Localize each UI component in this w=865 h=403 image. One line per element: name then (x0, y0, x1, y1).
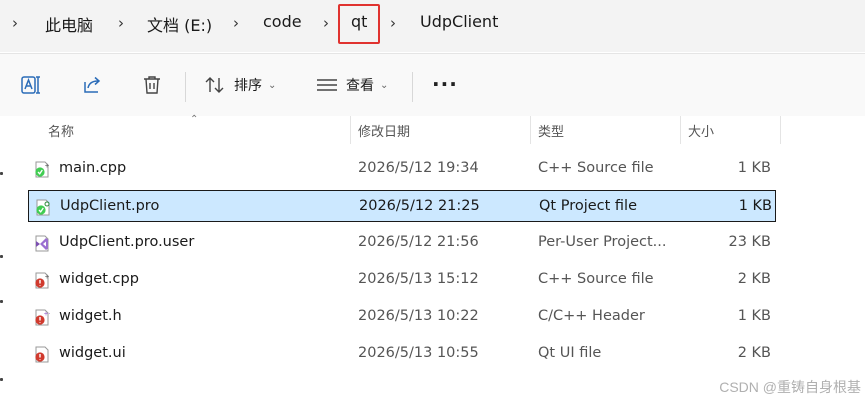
file-row[interactable]: widget.ui 2026/5/13 10:55 Qt UI file 2 K… (28, 338, 776, 370)
toolbar-divider (185, 72, 186, 102)
edge-marker (0, 300, 3, 303)
file-date: 2026/5/13 10:55 (358, 345, 479, 361)
breadcrumb-drive-e[interactable]: 文档 (E:) (147, 12, 212, 36)
breadcrumb-this-pc[interactable]: 此电脑 (45, 12, 93, 36)
cpp-source-icon: + (35, 272, 50, 289)
svg-text:+: + (45, 274, 50, 281)
file-date: 2026/5/12 21:56 (358, 234, 479, 250)
file-type: C++ Source file (538, 160, 654, 176)
view-list-icon (317, 79, 337, 91)
chevron-right-icon[interactable]: › (323, 14, 329, 32)
breadcrumb-qt[interactable]: qt (351, 12, 367, 31)
svg-text:+: + (45, 163, 50, 170)
file-row[interactable]: UdpClient.pro.user 2026/5/12 21:56 Per-U… (28, 227, 776, 259)
svg-text:++: ++ (44, 311, 51, 318)
rename-icon (21, 76, 40, 94)
column-divider[interactable] (780, 116, 781, 144)
file-name: main.cpp (59, 160, 127, 176)
toolbar-divider (412, 72, 413, 102)
trash-icon (144, 76, 160, 94)
file-name: widget.h (59, 308, 122, 324)
column-name[interactable]: 名称 (48, 121, 74, 140)
file-type: C++ Source file (538, 271, 654, 287)
file-name: UdpClient.pro.user (59, 234, 195, 250)
edge-marker (0, 255, 3, 258)
file-size: 1 KB (737, 160, 771, 176)
watermark: CSDN @重铸自身根基 (719, 379, 861, 395)
breadcrumb-code[interactable]: code (263, 12, 302, 31)
file-date: 2026/5/13 15:12 (358, 271, 479, 287)
chevron-right-icon[interactable]: › (12, 14, 18, 32)
sort-icon (205, 77, 224, 93)
column-header: ⌃ 名称 修改日期 类型 大小 (0, 114, 865, 144)
file-type: C/C++ Header (538, 308, 645, 324)
sort-button[interactable]: 排序 ⌄ (204, 75, 276, 95)
breadcrumb-udpclient[interactable]: UdpClient (420, 12, 498, 31)
more-options-button[interactable]: ··· (432, 72, 458, 96)
file-type: Per-User Project... (538, 234, 667, 250)
file-size: 23 KB (728, 234, 771, 250)
column-divider[interactable] (680, 116, 681, 144)
qt-user-project-icon (35, 235, 49, 252)
file-date: 2026/5/12 21:25 (359, 198, 480, 214)
chevron-right-icon[interactable]: › (233, 14, 239, 32)
column-type[interactable]: 类型 (538, 121, 564, 140)
column-divider[interactable] (530, 116, 531, 144)
breadcrumb: › 此电脑 › 文档 (E:) › code › qt › UdpClient (0, 0, 865, 52)
column-divider[interactable] (350, 116, 351, 144)
file-type: Qt UI file (538, 345, 602, 361)
file-size: 2 KB (737, 345, 771, 361)
chevron-down-icon: ⌄ (268, 79, 277, 91)
edge-marker (0, 378, 3, 381)
file-row[interactable]: + widget.cpp 2026/5/13 15:12 C++ Source … (28, 264, 776, 296)
delete-button[interactable] (141, 74, 163, 96)
chevron-down-icon: ⌄ (380, 79, 389, 91)
qt-project-icon (36, 199, 50, 216)
edge-marker (0, 172, 3, 175)
file-row[interactable]: + main.cpp 2026/5/12 19:34 C++ Source fi… (28, 153, 776, 185)
cpp-header-icon: ++ (35, 309, 51, 326)
file-name: UdpClient.pro (60, 198, 160, 214)
file-size: 1 KB (738, 198, 772, 214)
column-date[interactable]: 修改日期 (358, 121, 410, 140)
view-button[interactable]: 查看 ⌄ (316, 75, 388, 95)
file-type: Qt Project file (539, 198, 638, 214)
more-icon: ··· (432, 72, 458, 96)
chevron-right-icon[interactable]: › (390, 14, 396, 32)
view-label: 查看 (346, 78, 374, 94)
file-name: widget.ui (59, 345, 126, 361)
share-icon (84, 76, 101, 93)
file-size: 2 KB (737, 271, 771, 287)
qt-cpp-source-icon: + (35, 161, 50, 178)
file-date: 2026/5/12 19:34 (358, 160, 479, 176)
qt-ui-icon (35, 346, 49, 363)
file-name: widget.cpp (59, 271, 139, 287)
sort-label: 排序 (234, 78, 262, 94)
file-date: 2026/5/13 10:22 (358, 308, 479, 324)
chevron-right-icon[interactable]: › (118, 14, 124, 32)
sort-ascending-icon: ⌃ (190, 114, 199, 125)
share-button[interactable] (81, 74, 103, 96)
column-size[interactable]: 大小 (688, 121, 714, 140)
command-bar: 排序 ⌄ 查看 ⌄ ··· (0, 53, 865, 116)
file-row-selected[interactable]: UdpClient.pro 2026/5/12 21:25 Qt Project… (28, 190, 776, 222)
file-row[interactable]: ++ widget.h 2026/5/13 10:22 C/C++ Header… (28, 301, 776, 333)
rename-button[interactable] (20, 74, 42, 96)
file-size: 1 KB (737, 308, 771, 324)
